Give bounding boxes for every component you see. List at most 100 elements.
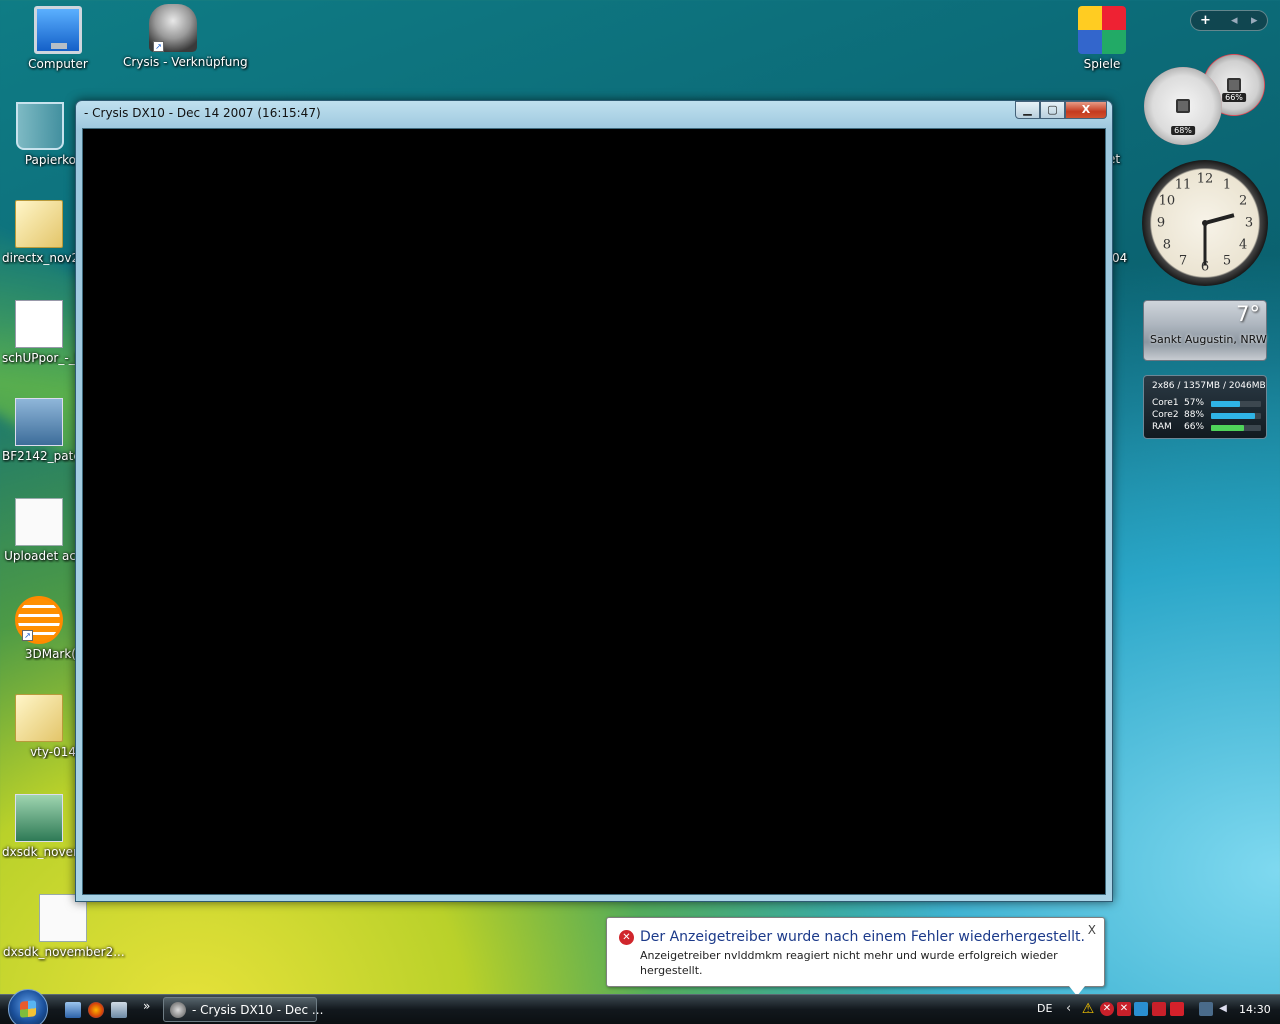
clock-numeral: 10 xyxy=(1158,193,1176,209)
memory-chip-icon xyxy=(1227,78,1241,92)
clock-minute-hand xyxy=(1203,223,1207,265)
previous-page-button[interactable]: ◂ xyxy=(1231,13,1238,28)
desktop-icon-label: vty-014 xyxy=(30,745,76,759)
desktop-icon-dxsdk-installer[interactable]: dxsdk_novem xyxy=(2,794,76,859)
clock-numeral: 4 xyxy=(1238,237,1248,253)
driver-error-notification[interactable]: ✕ Der Anzeigetreiber wurde nach einem Fe… xyxy=(606,917,1105,996)
clock-numeral: 11 xyxy=(1174,177,1192,193)
meter-bar xyxy=(1211,413,1261,419)
meter-bar-fill xyxy=(1211,401,1240,407)
firefox-icon[interactable] xyxy=(88,1002,104,1018)
media-file-icon xyxy=(15,300,63,348)
meter-row-name: RAM xyxy=(1152,422,1172,432)
meter-row-name: Core2 xyxy=(1152,410,1179,420)
weather-gadget[interactable]: 7° Sankt Augustin, NRW xyxy=(1143,300,1267,361)
next-page-button[interactable]: ▸ xyxy=(1251,13,1258,28)
notification-title: Der Anzeigetreiber wurde nach einem Fehl… xyxy=(640,929,1085,945)
desktop-icon-label: 3DMark( xyxy=(24,647,76,661)
start-button[interactable] xyxy=(8,989,48,1024)
crysis-icon: ↗ xyxy=(149,4,197,52)
clock-numeral: 3 xyxy=(1244,215,1254,231)
game-viewport[interactable] xyxy=(82,128,1106,895)
desktop-icon-games[interactable]: Spiele xyxy=(1052,6,1152,71)
clock-numeral: 9 xyxy=(1156,215,1166,231)
folder-icon xyxy=(15,694,63,742)
clock-hour-hand xyxy=(1204,213,1235,225)
antivirus-icon[interactable] xyxy=(1152,1002,1166,1016)
shortcut-arrow-icon: ↗ xyxy=(153,41,164,52)
clock-time[interactable]: 14:30 xyxy=(1239,1003,1271,1016)
clock-numeral: 2 xyxy=(1238,193,1248,209)
desktop-icon-bf2142-patch[interactable]: BF2142_patch xyxy=(2,398,76,463)
cpu-gauge[interactable]: 68% xyxy=(1144,67,1222,145)
network-icon[interactable] xyxy=(1134,1002,1148,1016)
installer-icon xyxy=(15,794,63,842)
window-title: - Crysis DX10 - Dec 14 2007 (16:15:47) xyxy=(84,106,321,120)
sidebar-controls: + ◂ ▸ xyxy=(1190,10,1268,31)
clock-gadget[interactable]: 12 1 2 3 4 5 6 7 8 9 10 11 xyxy=(1142,160,1268,286)
desktop-icon-directx-folder[interactable]: directx_nov20 xyxy=(2,200,76,265)
meter-bar-fill xyxy=(1211,413,1255,419)
meter-bar-fill xyxy=(1211,425,1244,431)
error-tray-icon[interactable]: ✕ xyxy=(1100,1002,1114,1016)
desktop-icon-label: 04 xyxy=(1112,251,1128,265)
volume-icon[interactable]: ◀ xyxy=(1216,1002,1230,1016)
taskbar-button-crysis[interactable]: - Crysis DX10 - Dec ... xyxy=(163,997,323,1022)
desktop-icon-partial-2[interactable]: 04 xyxy=(1112,251,1132,265)
shortcut-arrow-icon: ↗ xyxy=(22,630,33,641)
computer-icon xyxy=(34,6,82,54)
security-center-icon[interactable]: ✕ xyxy=(1117,1002,1131,1016)
meter-row-core1: Core1 57% xyxy=(1152,398,1264,410)
desktop-icon-label: BF2142_patch xyxy=(2,449,76,463)
recycle-bin-icon xyxy=(16,102,64,150)
weather-location: Sankt Augustin, NRW xyxy=(1150,333,1267,346)
warning-icon[interactable]: ⚠ xyxy=(1081,1002,1095,1016)
minimize-button[interactable]: ▁ xyxy=(1015,101,1040,119)
meter-row-percent: 88% xyxy=(1184,410,1205,420)
quick-launch-overflow-button[interactable]: » xyxy=(143,999,150,1013)
desktop-icon-recycle-bin[interactable]: Papierko xyxy=(4,102,76,167)
app-tray-icon[interactable] xyxy=(1170,1002,1184,1016)
desktop-icon-label: dxsdk_november2... xyxy=(3,945,125,959)
desktop-icon-dxsdk-file[interactable]: dxsdk_november2... xyxy=(3,894,125,959)
desktop-icon-crysis-shortcut[interactable]: ↗ Crysis - Verknüpfung xyxy=(123,4,248,69)
taskbar: » - Crysis DX10 - Dec ... DE ‹ ⚠ ✕ ✕ ◀ 1… xyxy=(0,989,1280,1024)
notification-message: Anzeigetreiber nvlddmkm reagiert nicht m… xyxy=(640,949,1058,977)
cpu-chip-icon xyxy=(1176,99,1190,113)
close-button[interactable]: X xyxy=(1065,101,1107,119)
desktop-icon-vty-folder[interactable]: vty-014 xyxy=(2,694,76,759)
show-desktop-icon[interactable] xyxy=(65,1002,81,1018)
cpu-gauge-value: 68% xyxy=(1171,126,1195,135)
desktop-icon-3dmark[interactable]: ↗ 3DMark( xyxy=(2,596,76,661)
meter-row-ram: RAM 66% xyxy=(1152,422,1264,434)
clock-numeral: 8 xyxy=(1162,237,1172,253)
show-hidden-icons-button[interactable]: ‹ xyxy=(1066,1001,1071,1016)
desktop-icon-text-file[interactable]: Uploadet ac xyxy=(2,498,76,563)
desktop-icon-computer[interactable]: Computer xyxy=(8,6,108,71)
meter-row-name: Core1 xyxy=(1152,398,1179,408)
notification-close-button[interactable]: X xyxy=(1088,923,1096,937)
3dmark-icon: ↗ xyxy=(15,596,63,644)
desktop-icon-video-file[interactable]: schUPpor_-_D xyxy=(2,300,76,365)
crysis-icon xyxy=(170,1002,186,1018)
desktop-icon-label: Crysis - Verknüpfung xyxy=(123,55,248,69)
maximize-button[interactable]: ▢ xyxy=(1040,101,1065,119)
language-indicator[interactable]: DE xyxy=(1037,1002,1052,1015)
meter-bar xyxy=(1211,425,1261,431)
desktop-icon-label: directx_nov20 xyxy=(2,251,76,265)
connection-icon[interactable] xyxy=(1199,1002,1213,1016)
add-gadget-button[interactable]: + xyxy=(1200,13,1211,28)
document-icon xyxy=(15,498,63,546)
switch-windows-icon[interactable] xyxy=(111,1002,127,1018)
system-meter-gadget[interactable]: 2x86 / 1357MB / 2046MB Core1 57% Core2 8… xyxy=(1143,375,1267,439)
clock-numeral: 5 xyxy=(1222,253,1232,269)
error-icon: ✕ xyxy=(619,930,634,945)
meter-row-core2: Core2 88% xyxy=(1152,410,1264,422)
desktop-icon-label: Papierko xyxy=(24,153,76,167)
meter-row-percent: 57% xyxy=(1184,398,1205,408)
crysis-window[interactable]: - Crysis DX10 - Dec 14 2007 (16:15:47) ▁… xyxy=(75,100,1113,902)
taskbar-button-label: - Crysis DX10 - Dec ... xyxy=(192,1003,324,1017)
desktop-icon-label: Computer xyxy=(28,57,88,71)
desktop-icon-label: schUPpor_-_D xyxy=(2,351,76,365)
desktop-icon-label: Uploadet ac xyxy=(4,549,76,563)
